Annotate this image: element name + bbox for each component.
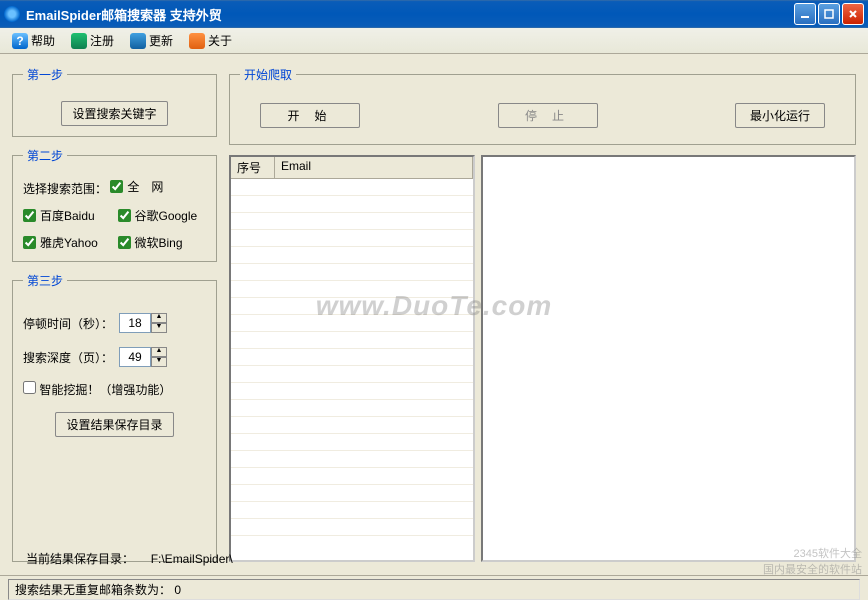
list-item (231, 502, 473, 519)
google-checkbox[interactable] (118, 209, 131, 222)
update-label: 更新 (149, 32, 173, 49)
set-result-dir-button[interactable]: 设置结果保存目录 (55, 412, 173, 437)
about-icon (189, 33, 205, 49)
corner-line2: 国内最安全的软件站 (763, 561, 862, 577)
result-path-row: 当前结果保存目录： F:\EmailSpider\ (18, 546, 241, 571)
list-item (231, 230, 473, 247)
list-item (231, 485, 473, 502)
baidu-label: 百度Baidu (40, 207, 95, 224)
list-item (231, 247, 473, 264)
list-item (231, 179, 473, 196)
result-path-label: 当前结果保存目录： (26, 552, 134, 566)
crawl-group: 开始爬取 开 始 停 止 最小化运行 (229, 66, 856, 145)
crawl-legend: 开始爬取 (240, 66, 296, 83)
about-label: 关于 (208, 32, 232, 49)
stop-button[interactable]: 停 止 (498, 103, 598, 128)
register-label: 注册 (90, 32, 114, 49)
pause-label: 停顿时间（秒）： (23, 315, 113, 332)
all-net-label: 全 网 (127, 178, 163, 195)
col-index[interactable]: 序号 (231, 157, 275, 178)
all-net-checkbox[interactable] (110, 180, 123, 193)
pause-up-button[interactable]: ▲ (151, 313, 167, 323)
list-item (231, 519, 473, 536)
email-listview[interactable]: 序号 Email (229, 155, 475, 562)
left-column: 第一步 设置搜索关键字 第二步 选择搜索范围： 全 网 百度Baidu 谷歌Go… (12, 66, 217, 562)
google-label: 谷歌Google (135, 207, 198, 224)
register-icon (71, 33, 87, 49)
listview-header: 序号 Email (231, 157, 473, 179)
corner-line1: 2345软件大全 (763, 545, 862, 561)
help-icon: ? (12, 33, 28, 49)
minimize-button[interactable] (794, 3, 816, 25)
list-item (231, 451, 473, 468)
list-item (231, 315, 473, 332)
step1-group: 第一步 设置搜索关键字 (12, 66, 217, 137)
smart-mining-checkbox[interactable] (23, 381, 36, 394)
list-item (231, 366, 473, 383)
baidu-checkbox[interactable] (23, 209, 36, 222)
smart-mining-label: 智能挖掘！（增强功能） (39, 383, 171, 397)
list-item (231, 434, 473, 451)
list-item (231, 213, 473, 230)
bing-checkbox[interactable] (118, 236, 131, 249)
minimize-run-button[interactable]: 最小化运行 (735, 103, 825, 128)
scope-label: 选择搜索范围： (23, 182, 107, 196)
depth-label: 搜索深度（页）： (23, 349, 113, 366)
update-icon (130, 33, 146, 49)
depth-down-button[interactable]: ▼ (151, 357, 167, 367)
app-icon (4, 6, 20, 22)
step1-legend: 第一步 (23, 66, 67, 83)
help-button[interactable]: ? 帮助 (4, 30, 63, 51)
list-item (231, 264, 473, 281)
list-item (231, 417, 473, 434)
yahoo-label: 雅虎Yahoo (40, 234, 98, 251)
toolbar: ? 帮助 注册 更新 关于 (0, 28, 868, 54)
list-item (231, 349, 473, 366)
maximize-button[interactable] (818, 3, 840, 25)
list-item (231, 281, 473, 298)
depth-up-button[interactable]: ▲ (151, 347, 167, 357)
step3-group: 第三步 停顿时间（秒）： ▲ ▼ 搜索深度（页）： ▲ (12, 272, 217, 562)
pause-down-button[interactable]: ▼ (151, 323, 167, 333)
list-item (231, 332, 473, 349)
statusbar: 搜索结果无重复邮箱条数为： 0 (0, 575, 868, 597)
titlebar: EmailSpider邮箱搜索器 支持外贸 (0, 0, 868, 28)
detail-panel (481, 155, 856, 562)
about-button[interactable]: 关于 (181, 30, 240, 51)
main-area: 第一步 设置搜索关键字 第二步 选择搜索范围： 全 网 百度Baidu 谷歌Go… (0, 54, 868, 574)
col-email[interactable]: Email (275, 157, 473, 178)
update-button[interactable]: 更新 (122, 30, 181, 51)
step2-legend: 第二步 (23, 147, 67, 164)
window-title: EmailSpider邮箱搜索器 支持外贸 (26, 5, 792, 24)
close-button[interactable] (842, 3, 864, 25)
results-area: 序号 Email (229, 155, 856, 562)
help-label: 帮助 (31, 32, 55, 49)
depth-input[interactable] (119, 347, 151, 367)
pause-input[interactable] (119, 313, 151, 333)
list-item (231, 468, 473, 485)
corner-logo: 2345软件大全 国内最安全的软件站 (763, 545, 862, 577)
list-item (231, 196, 473, 213)
start-button[interactable]: 开 始 (260, 103, 360, 128)
list-item (231, 298, 473, 315)
register-button[interactable]: 注册 (63, 30, 122, 51)
list-item (231, 400, 473, 417)
bing-label: 微软Bing (135, 234, 183, 251)
result-path-value: F:\EmailSpider\ (151, 552, 233, 566)
right-column: 开始爬取 开 始 停 止 最小化运行 序号 Email (229, 66, 856, 562)
step3-legend: 第三步 (23, 272, 67, 289)
set-keyword-button[interactable]: 设置搜索关键字 (61, 101, 167, 126)
yahoo-checkbox[interactable] (23, 236, 36, 249)
step2-group: 第二步 选择搜索范围： 全 网 百度Baidu 谷歌Google 雅虎Yahoo… (12, 147, 217, 262)
list-item (231, 383, 473, 400)
listview-body[interactable] (231, 179, 473, 560)
